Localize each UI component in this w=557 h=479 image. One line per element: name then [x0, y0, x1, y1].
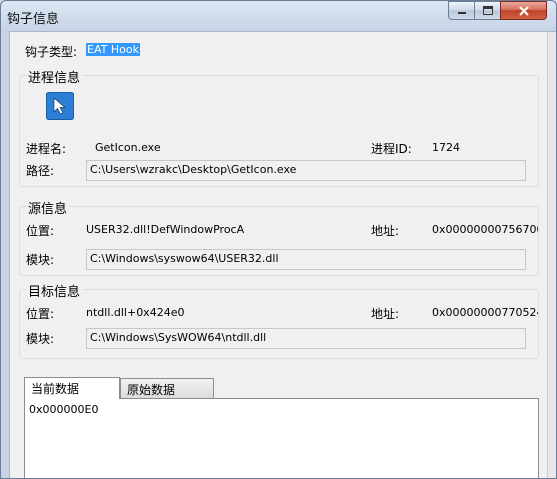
- source-group-title: 源信息: [26, 198, 70, 217]
- source-address-label: 地址:: [371, 224, 400, 238]
- target-address-label: 地址:: [371, 307, 400, 321]
- window-title: 钩子信息: [7, 12, 60, 27]
- tab-raw-data[interactable]: 原始数据: [120, 378, 214, 399]
- vertical-scrollbar[interactable]: [547, 32, 556, 478]
- source-location-value: USER32.dll!DefWindowProcA: [86, 223, 245, 236]
- target-location-value: ntdll.dll+0x424e0: [86, 306, 185, 319]
- cursor-arrow-icon: [46, 92, 74, 120]
- maximize-icon: [482, 6, 493, 15]
- title-bar[interactable]: 钩子信息: [1, 1, 556, 31]
- process-info-group: 进程信息 进程名: GetIcon.exe 进程ID: 1724 路径: C:\…: [19, 67, 539, 187]
- close-button[interactable]: [500, 1, 547, 20]
- target-info-group: 目标信息 位置: ntdll.dll+0x424e0 地址: 0x0000000…: [19, 281, 539, 359]
- process-path-field[interactable]: C:\Users\wzrakc\Desktop\GetIcon.exe: [86, 160, 526, 181]
- source-location-label: 位置:: [26, 224, 55, 238]
- close-icon: [518, 5, 529, 16]
- target-group-title: 目标信息: [26, 281, 83, 300]
- process-group-title: 进程信息: [26, 67, 83, 86]
- target-module-label: 模块:: [26, 332, 55, 346]
- data-content: 0x000000E0: [29, 403, 99, 416]
- client-area: 钩子类型: EAT Hook 进程信息 进程名: GetIcon.exe 进程I…: [9, 31, 556, 478]
- maximize-button[interactable]: [474, 1, 501, 20]
- target-location-label: 位置:: [26, 307, 55, 321]
- hook-type-label: 钩子类型:: [25, 45, 78, 59]
- source-module-label: 模块:: [26, 253, 55, 267]
- process-name-label: 进程名:: [26, 142, 67, 156]
- process-name-value: GetIcon.exe: [95, 141, 161, 154]
- source-address-value: 0x000000007567000: [432, 223, 538, 236]
- hook-type-value[interactable]: EAT Hook: [86, 43, 140, 56]
- source-info-group: 源信息 位置: USER32.dll!DefWindowProcA 地址: 0x…: [19, 198, 539, 276]
- minimize-icon: [457, 11, 466, 14]
- tab-current-data[interactable]: 当前数据: [24, 377, 120, 399]
- process-id-value: 1724: [432, 141, 460, 154]
- source-module-field[interactable]: C:\Windows\syswow64\USER32.dll: [86, 249, 526, 270]
- hook-info-window: 钩子信息 钩子类型: EAT Hook 进程信息 进程名: GetIcon.ex…: [0, 0, 557, 479]
- target-address-value: 0x000000007705240: [432, 306, 538, 319]
- minimize-button[interactable]: [448, 1, 475, 20]
- process-id-label: 进程ID:: [371, 142, 412, 156]
- process-path-label: 路径:: [26, 164, 55, 178]
- target-module-field[interactable]: C:\Windows\SysWOW64\ntdll.dll: [86, 328, 526, 349]
- data-tab-panel[interactable]: 0x000000E0: [24, 398, 539, 478]
